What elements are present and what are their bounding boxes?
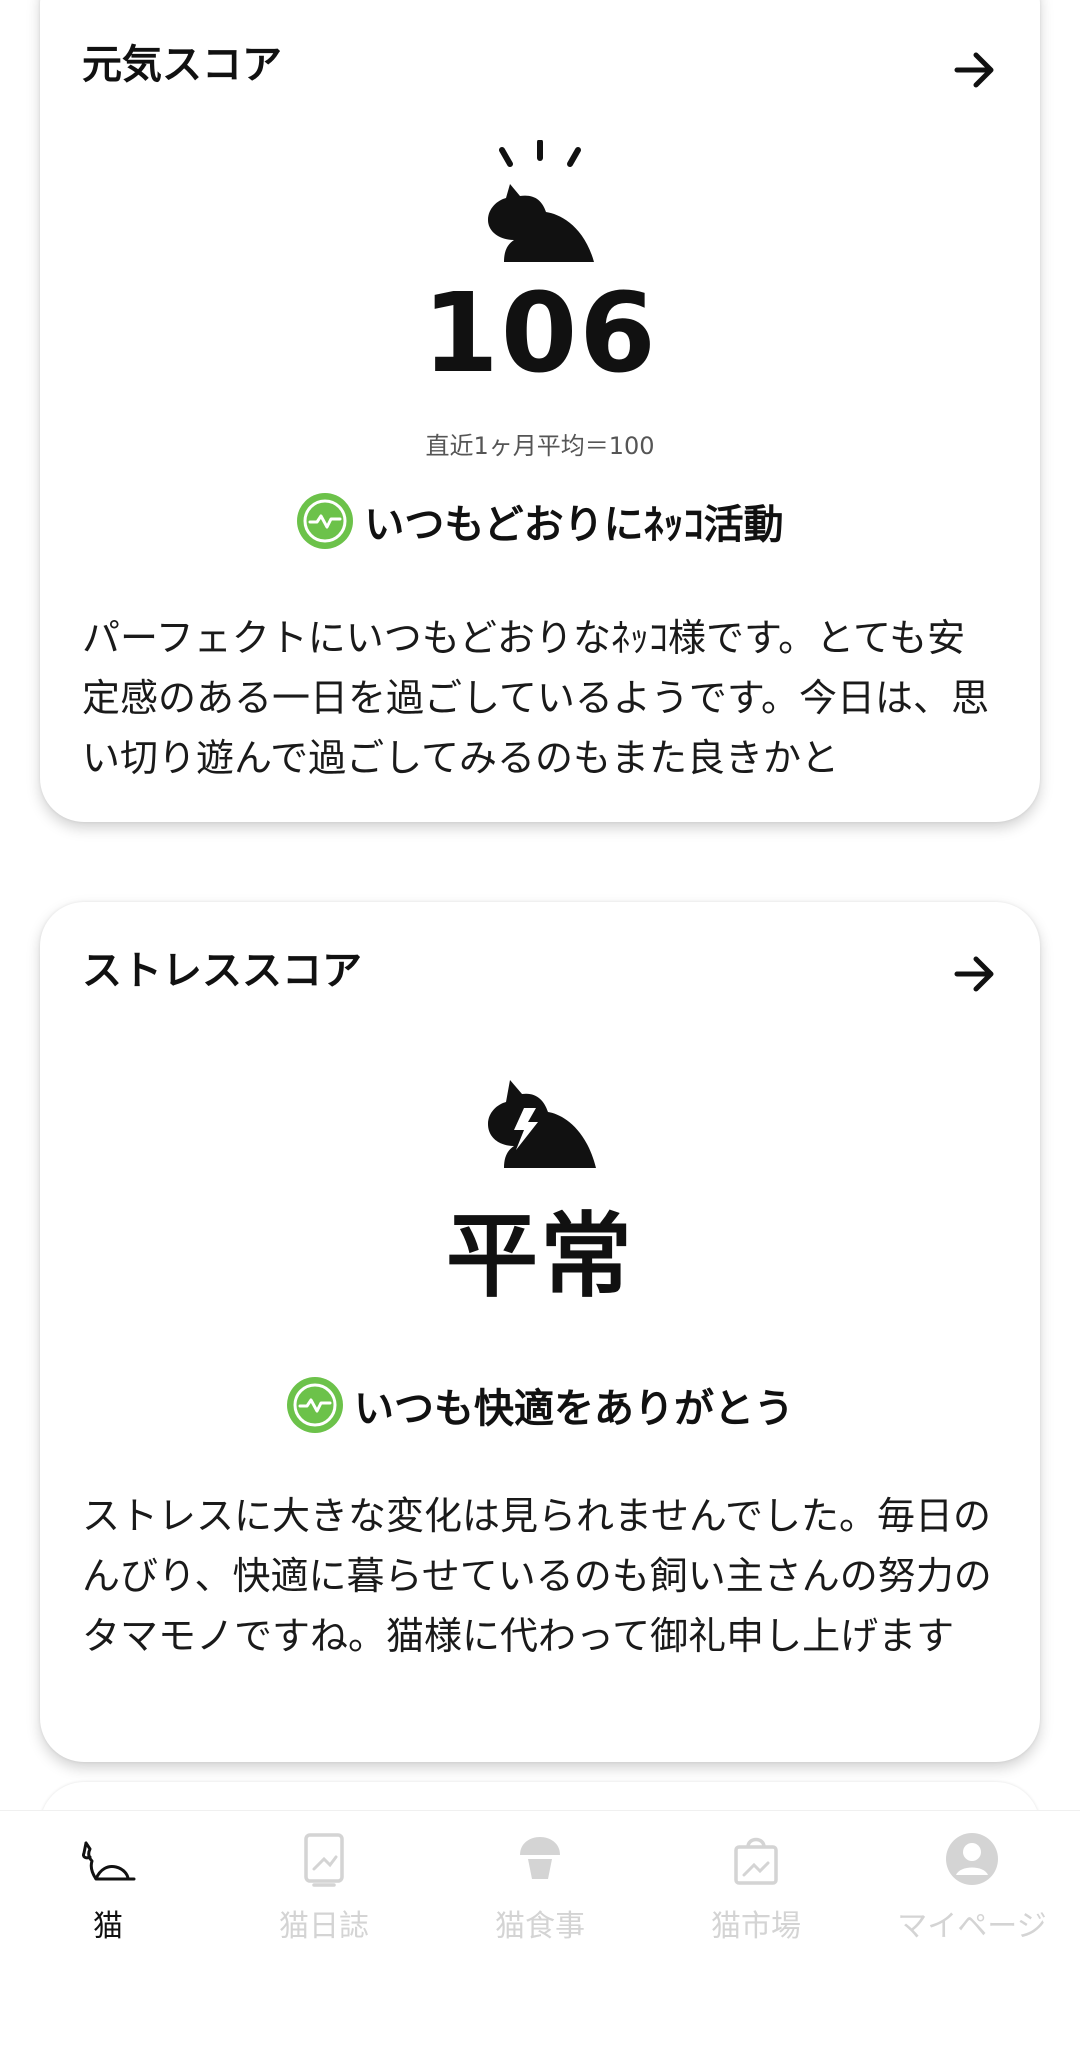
stress-level-value: 平常: [445, 1203, 634, 1310]
nav-item-food[interactable]: 猫食事: [432, 1829, 648, 1949]
cat-lightning-icon: [488, 1080, 596, 1168]
stress-score-card[interactable]: ストレススコア 平常 いつも快適をありがとう ストレスに大きな変化は見られません…: [40, 902, 1040, 1762]
arrow-right-icon[interactable]: [945, 40, 1005, 100]
nav-label: マイページ: [897, 1909, 1047, 1944]
genki-status: いつもどおりにﾈｯｺ活動: [40, 492, 1040, 550]
nav-item-diary[interactable]: 猫日誌: [216, 1829, 432, 1949]
arrow-right-icon[interactable]: [945, 944, 1005, 1004]
nav-item-cat[interactable]: 猫: [0, 1829, 216, 1949]
genki-description: パーフェクトにいつもどおりなﾈｯｺ様です。とても安定感のある一日を過ごしているよ…: [82, 616, 990, 780]
pulse-icon: [287, 1377, 343, 1433]
card-title: ストレススコア: [82, 948, 362, 994]
stress-description: ストレスに大きな変化は見られませんでした。毎日のんびり、快適に暮らせているのも飼…: [82, 1494, 992, 1658]
cat-icon: [82, 1841, 136, 1881]
genki-score-card[interactable]: 元気スコア 106 直近1ヶ月平均＝100 いつもどおりにﾈｯｺ活動 パーフェク…: [40, 0, 1040, 822]
bottom-nav: 猫 猫日誌 猫食事 猫市場 マイページ: [0, 1810, 1080, 2071]
stress-status-text: いつも快適をありがとう: [354, 1386, 794, 1432]
nav-label: 猫: [93, 1909, 123, 1944]
pulse-icon: [297, 493, 354, 549]
stress-status: いつも快適をありがとう: [40, 1376, 1040, 1434]
genki-status-text: いつもどおりにﾈｯｺ活動: [364, 502, 784, 548]
nav-item-market[interactable]: 猫市場: [648, 1829, 864, 1949]
nav-item-mypage[interactable]: マイページ: [864, 1829, 1080, 1949]
diary-icon: [304, 1833, 344, 1887]
average-label: 直近1ヶ月平均＝100: [425, 432, 655, 460]
nav-label: 猫食事: [495, 1909, 585, 1944]
user-icon: [946, 1833, 998, 1885]
card-title: 元気スコア: [82, 42, 282, 88]
cat-sun-icon: [488, 140, 594, 262]
nav-label: 猫日誌: [279, 1909, 369, 1944]
shopping-bag-icon: [734, 1837, 778, 1885]
food-icon: [520, 1837, 560, 1879]
genki-score-value: 106: [422, 269, 658, 397]
nav-label: 猫市場: [711, 1909, 801, 1944]
